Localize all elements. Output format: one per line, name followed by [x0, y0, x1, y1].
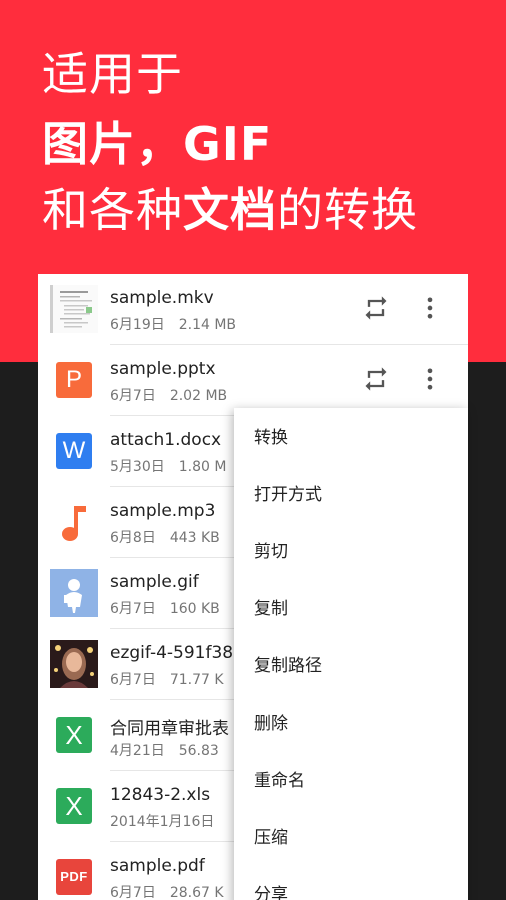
- file-date: 5月30日: [110, 459, 165, 475]
- file-name: sample.mp3: [110, 501, 216, 521]
- hero-line-1: 适用于: [42, 47, 183, 101]
- file-name: sample.pdf: [110, 856, 205, 876]
- menu-item-share[interactable]: 分享: [234, 867, 468, 900]
- file-name: sample.pptx: [110, 359, 216, 379]
- file-size: 443 KB: [169, 530, 220, 546]
- menu-item-convert[interactable]: 转换: [234, 410, 468, 467]
- convert-icon[interactable]: [362, 294, 390, 322]
- menu-item-open-with[interactable]: 打开方式: [234, 467, 468, 524]
- hero-line-3-part1: 和各种: [42, 183, 183, 237]
- file-row-sample-pptx[interactable]: P sample.pptx 6月7日 2.02 MB: [38, 345, 468, 416]
- context-menu: 转换 打开方式 剪切 复制 复制路径 删除 重命名 压缩 分享: [234, 408, 468, 900]
- portrait-thumbnail-icon: [50, 640, 98, 688]
- pdf-icon: PDF: [56, 859, 92, 895]
- hero-line-3-part2: 的转换: [277, 183, 418, 237]
- file-size: 1.80 M: [178, 459, 227, 475]
- convert-icon[interactable]: [362, 365, 390, 393]
- file-meta: 2014年1月16日: [110, 811, 228, 831]
- file-meta: 5月30日 1.80 M: [110, 456, 226, 476]
- file-name: ezgif-4-591f38: [110, 643, 234, 663]
- menu-item-rename[interactable]: 重命名: [234, 753, 468, 810]
- file-name: sample.gif: [110, 572, 199, 592]
- file-meta: 6月7日 28.67 K: [110, 882, 224, 900]
- hero-line-2: 图片，GIF: [42, 117, 273, 171]
- hero-line-3-bold: 文档: [183, 183, 277, 237]
- powerpoint-icon: P: [56, 362, 92, 398]
- file-size: 28.67 K: [169, 885, 224, 900]
- file-name: 12843-2.xls: [110, 785, 211, 805]
- file-size: 56.83: [178, 743, 219, 759]
- menu-item-copy-path[interactable]: 复制路径: [234, 638, 468, 695]
- file-meta: 6月7日 2.02 MB: [110, 385, 227, 405]
- file-size: 2.14 MB: [178, 317, 237, 333]
- file-size: 71.77 K: [169, 672, 224, 688]
- file-name: attach1.docx: [110, 430, 222, 450]
- file-row-sample-mkv[interactable]: sample.mkv 6月19日 2.14 MB: [38, 274, 468, 345]
- document-thumbnail-icon: [50, 285, 98, 333]
- menu-item-copy[interactable]: 复制: [234, 581, 468, 638]
- file-meta: 4月21日 56.83: [110, 740, 219, 760]
- menu-item-cut[interactable]: 剪切: [234, 524, 468, 581]
- file-date: 6月7日: [110, 388, 156, 404]
- music-note-icon: [50, 498, 98, 546]
- excel-icon: X: [56, 788, 92, 824]
- file-size: 2.02 MB: [169, 388, 228, 404]
- file-date: 6月7日: [110, 885, 156, 900]
- file-meta: 6月7日 71.77 K: [110, 669, 224, 689]
- file-name: 合同用章审批表: [110, 719, 229, 739]
- file-size: 160 KB: [169, 601, 220, 617]
- file-date: 6月7日: [110, 601, 156, 617]
- menu-item-compress[interactable]: 压缩: [234, 810, 468, 867]
- file-name: sample.mkv: [110, 288, 214, 308]
- file-date: 4月21日: [110, 743, 165, 759]
- file-meta: 6月7日 160 KB: [110, 598, 220, 618]
- file-date: 6月7日: [110, 672, 156, 688]
- gif-thumbnail-icon: [50, 569, 98, 617]
- more-options-icon[interactable]: [416, 365, 444, 393]
- menu-item-delete[interactable]: 删除: [234, 696, 468, 753]
- file-date: 6月8日: [110, 530, 156, 546]
- file-meta: 6月8日 443 KB: [110, 527, 220, 547]
- more-options-icon[interactable]: [416, 294, 444, 322]
- excel-icon: X: [56, 717, 92, 753]
- word-icon: W: [56, 433, 92, 469]
- file-date: 2014年1月16日: [110, 814, 215, 830]
- file-date: 6月19日: [110, 317, 165, 333]
- hero-line-3: 和各种文档的转换: [42, 182, 418, 238]
- file-meta: 6月19日 2.14 MB: [110, 314, 236, 334]
